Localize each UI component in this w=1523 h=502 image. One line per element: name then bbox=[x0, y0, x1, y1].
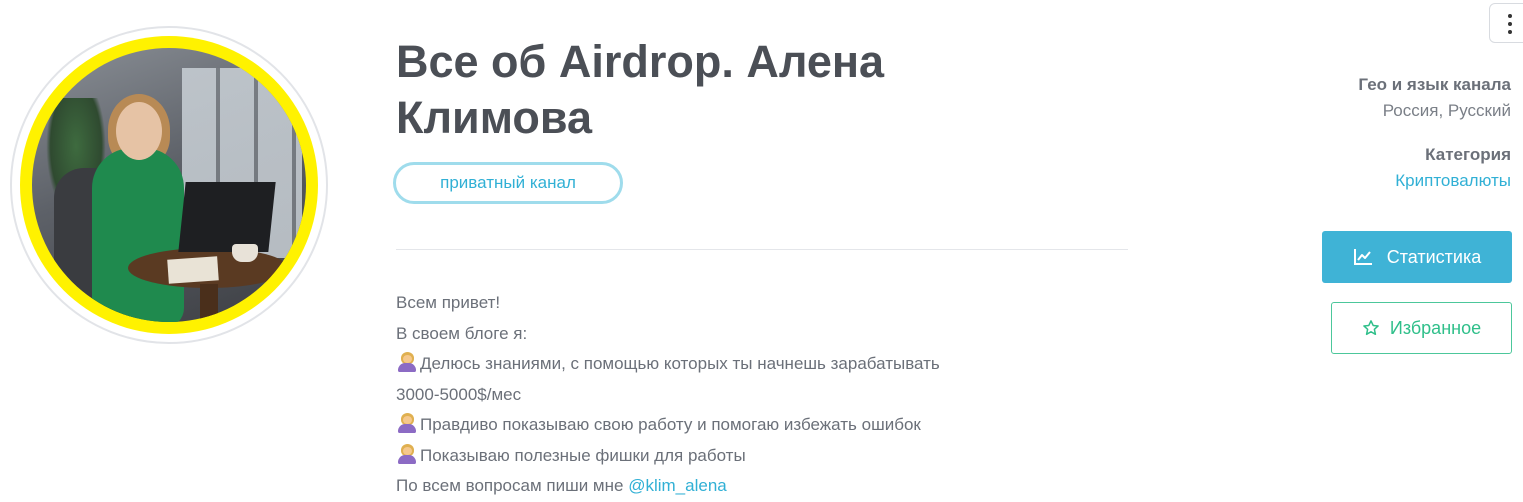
channel-title-line1: Все об Airdrop. Алена bbox=[396, 36, 885, 87]
avatar-ring bbox=[20, 36, 318, 334]
favorite-button[interactable]: Избранное bbox=[1331, 302, 1512, 354]
contact-link[interactable]: @klim_alena bbox=[628, 476, 727, 495]
divider bbox=[396, 249, 1128, 250]
woman-tipping-hand-icon bbox=[396, 352, 418, 372]
favorite-label: Избранное bbox=[1389, 317, 1482, 338]
chart-line-icon bbox=[1353, 248, 1373, 266]
category-link[interactable]: Криптовалюты bbox=[1395, 168, 1511, 194]
channel-avatar bbox=[10, 26, 328, 344]
desc-line: 3000-5000$/мес bbox=[396, 384, 522, 404]
kebab-menu-icon bbox=[1508, 14, 1512, 18]
woman-tipping-hand-icon bbox=[396, 443, 418, 464]
desc-line: Всем привет! bbox=[396, 293, 501, 312]
star-outline-icon bbox=[1362, 319, 1380, 337]
desc-line: Правдиво показываю свою работу и помогаю… bbox=[396, 410, 1116, 441]
woman-tipping-hand-icon bbox=[396, 413, 418, 433]
channel-title-line2: Климова bbox=[396, 92, 592, 143]
geo-label: Гео и язык канала bbox=[1358, 75, 1511, 94]
statistics-button[interactable]: Статистика bbox=[1322, 231, 1512, 283]
geo-info: Гео и язык канала Россия, Русский bbox=[1358, 72, 1511, 124]
geo-value: Россия, Русский bbox=[1382, 101, 1511, 120]
desc-line: По всем вопросам пиши мне @klim_alena bbox=[396, 476, 727, 495]
desc-line: В своем блоге я: bbox=[396, 323, 528, 343]
desc-line: Делюсь знаниями, с помощью которых ты на… bbox=[396, 349, 1116, 380]
channel-title: Все об Airdrop. Алена Климова bbox=[396, 34, 996, 146]
statistics-label: Статистика bbox=[1386, 246, 1482, 267]
category-label: Категория bbox=[1425, 145, 1511, 164]
more-menu-button[interactable] bbox=[1489, 3, 1523, 43]
private-channel-badge: приватный канал bbox=[393, 162, 623, 204]
channel-description: Всем привет! В своем блоге я: Делюсь зна… bbox=[396, 288, 1116, 502]
category-info: Категория Криптовалюты bbox=[1395, 142, 1511, 194]
avatar-photo bbox=[32, 48, 306, 322]
badge-label: приватный канал bbox=[440, 173, 576, 192]
desc-line: Показываю полезные фишки для работы bbox=[396, 441, 1116, 472]
